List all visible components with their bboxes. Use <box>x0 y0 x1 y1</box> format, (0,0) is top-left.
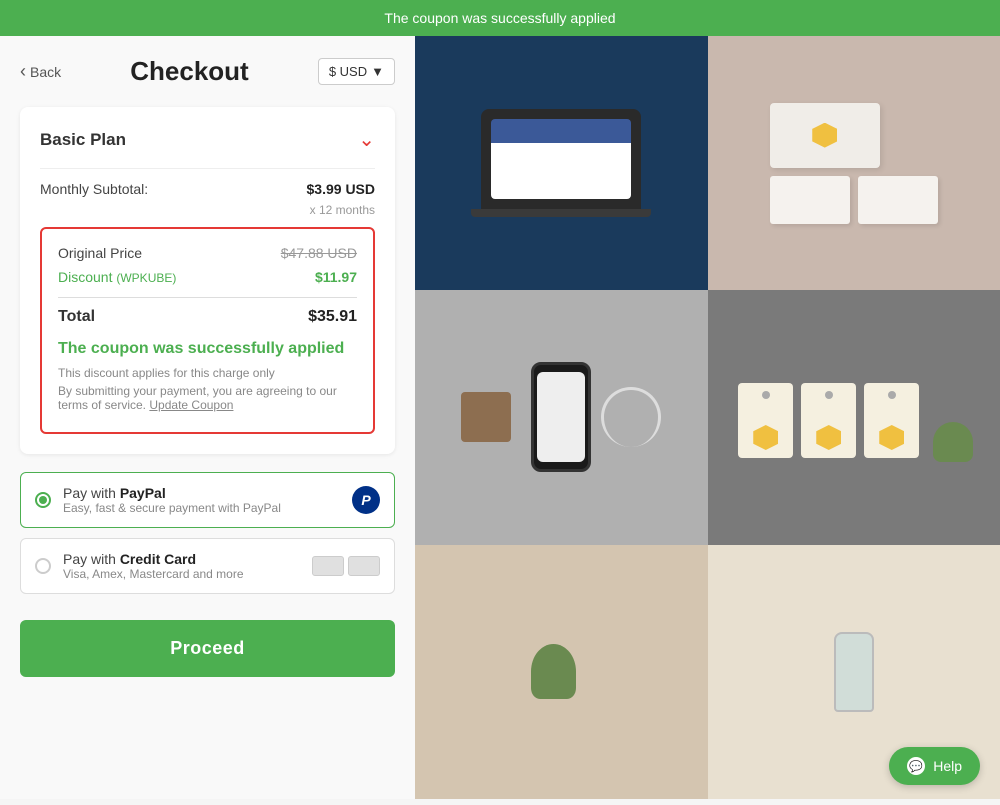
plant-tag <box>933 422 973 462</box>
tag-2 <box>801 383 856 458</box>
biz-card-small-1 <box>770 176 850 224</box>
grid-cell-tags <box>708 290 1000 544</box>
credit-sublabel: Visa, Amex, Mastercard and more <box>63 567 244 581</box>
card-icon-1 <box>312 556 344 576</box>
monthly-subtotal-value: $3.99 USD <box>307 181 375 197</box>
tag-3 <box>864 383 919 458</box>
discount-value: $11.97 <box>315 269 357 285</box>
original-price-label: Original Price <box>58 245 142 261</box>
paypal-text: Pay with PayPal Easy, fast & secure paym… <box>63 485 281 515</box>
card-icon-2 <box>348 556 380 576</box>
discount-code: (WPKUBE) <box>116 271 176 285</box>
plant-box <box>461 392 511 442</box>
plan-card: Basic Plan ⌄ Monthly Subtotal: $3.99 USD… <box>20 107 395 454</box>
paypal-sublabel: Easy, fast & secure payment with PayPal <box>63 501 281 515</box>
biz-card-small-2 <box>858 176 938 224</box>
page-title: Checkout <box>130 56 248 87</box>
total-row: Total $35.91 <box>58 308 357 326</box>
earphones <box>601 387 661 447</box>
total-value: $35.91 <box>308 308 357 326</box>
help-chat-icon <box>907 757 925 775</box>
credit-bold: Credit Card <box>120 551 196 567</box>
currency-dropdown[interactable]: $ USD ▼ <box>318 58 395 85</box>
paypal-icon: P <box>352 486 380 514</box>
proceed-button[interactable]: Proceed <box>20 620 395 677</box>
monthly-subtotal-label: Monthly Subtotal: <box>40 181 148 197</box>
coupon-note-2: By submitting your payment, you are agre… <box>58 384 357 412</box>
card-icons <box>312 556 380 576</box>
coupon-note-1: This discount applies for this charge on… <box>58 366 357 380</box>
paypal-left: Pay with PayPal Easy, fast & secure paym… <box>35 485 281 515</box>
original-price-value: $47.88 USD <box>281 245 357 261</box>
notification-text: The coupon was successfully applied <box>384 10 615 26</box>
laptop-mockup <box>481 109 641 209</box>
plan-name: Basic Plan <box>40 130 126 150</box>
paypal-logo: P <box>352 486 380 514</box>
back-button[interactable]: Back <box>20 61 61 82</box>
paypal-option[interactable]: Pay with PayPal Easy, fast & secure paym… <box>20 472 395 528</box>
discount-label: Discount (WPKUBE) <box>58 269 176 285</box>
biz-card-large <box>770 103 880 168</box>
grid-cell-plant <box>415 545 708 799</box>
credit-left: Pay with Credit Card Visa, Amex, Masterc… <box>35 551 244 581</box>
right-panel <box>415 36 1000 799</box>
coupon-box: Original Price $47.88 USD Discount (WPKU… <box>40 227 375 434</box>
paypal-bold: PayPal <box>120 485 166 501</box>
help-label: Help <box>933 758 962 774</box>
notification-bar: The coupon was successfully applied <box>0 0 1000 36</box>
credit-card-radio[interactable] <box>35 558 51 574</box>
hex-logo-card <box>812 123 837 148</box>
credit-text: Pay with Credit Card Visa, Amex, Masterc… <box>63 551 244 581</box>
left-panel: Back Checkout $ USD ▼ Basic Plan ⌄ Month… <box>0 36 415 799</box>
update-coupon-link[interactable]: Update Coupon <box>149 398 233 412</box>
bottle <box>834 632 874 712</box>
discount-row: Discount (WPKUBE) $11.97 <box>58 269 357 285</box>
coupon-success-message: The coupon was successfully applied <box>58 340 357 358</box>
grid-cell-laptop <box>415 36 708 290</box>
plan-collapse-icon[interactable]: ⌄ <box>358 127 375 152</box>
plan-header: Basic Plan ⌄ <box>40 127 375 152</box>
grid-cell-phone <box>415 290 708 544</box>
total-label: Total <box>58 308 95 326</box>
phone-mockup <box>531 362 591 472</box>
original-price-row: Original Price $47.88 USD <box>58 245 357 261</box>
checkout-header: Back Checkout $ USD ▼ <box>20 56 395 87</box>
credit-card-option[interactable]: Pay with Credit Card Visa, Amex, Masterc… <box>20 538 395 594</box>
monthly-subtotal-row: Monthly Subtotal: $3.99 USD <box>40 181 375 197</box>
months-note: x 12 months <box>40 203 375 217</box>
paypal-radio[interactable] <box>35 492 51 508</box>
help-button[interactable]: Help <box>889 747 980 785</box>
tag-1 <box>738 383 793 458</box>
payment-options: Pay with PayPal Easy, fast & secure paym… <box>20 472 395 594</box>
plant-small <box>531 644 576 699</box>
grid-cell-cards <box>708 36 1000 290</box>
